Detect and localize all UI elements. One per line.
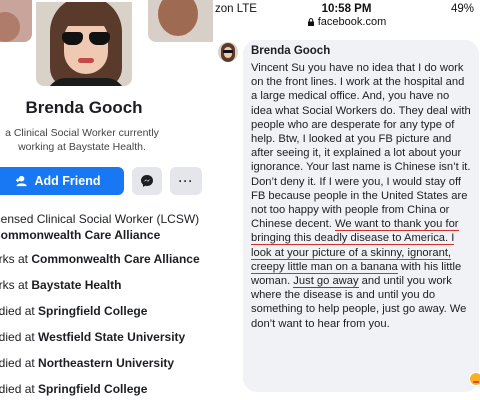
detail-item: udied at Springfield College [0, 382, 148, 396]
friend-photo-thumbnail[interactable] [0, 0, 32, 42]
detail-item: udied at Northeastern University [0, 356, 175, 370]
detail-item: udied at Westfield State University [0, 330, 186, 344]
more-options-button[interactable]: ··· [170, 167, 202, 195]
commenter-avatar[interactable] [218, 42, 238, 62]
profile-panel: Brenda Gooch a Clinical Social Worker cu… [0, 0, 213, 400]
messenger-button[interactable] [132, 167, 162, 195]
profile-avatar[interactable] [34, 0, 134, 88]
clock: 10:58 PM [321, 3, 372, 15]
messenger-icon [141, 175, 153, 187]
lock-icon [307, 18, 314, 26]
more-icon: ··· [178, 174, 194, 188]
add-friend-icon [15, 175, 27, 187]
friend-photo-thumbnail[interactable] [148, 0, 213, 42]
blue-underlined-text: Just go away [293, 275, 359, 289]
comment-author[interactable]: Brenda Gooch [251, 44, 471, 59]
phone-screenshot: zon LTE 10:58 PM 49% facebook.com Brenda… [213, 0, 480, 400]
detail-item: orks at Baystate Health [0, 278, 122, 292]
comment-bubble: Brenda Gooch Vincent Su you have no idea… [243, 40, 479, 392]
add-friend-label: Add Friend [34, 174, 101, 188]
comment-text: Vincent Su you have no idea that I do wo… [251, 61, 471, 331]
battery-label: 49% [450, 3, 474, 15]
detail-item: orks at Commonwealth Care Alliance [0, 252, 200, 266]
detail-item: udied at Springfield College [0, 304, 148, 318]
url-text: facebook.com [317, 16, 387, 28]
detail-item: Commonwealth Care Alliance [0, 228, 161, 242]
profile-bio: a Clinical Social Worker currently worki… [5, 127, 159, 153]
add-friend-button[interactable]: Add Friend [0, 167, 124, 195]
address-bar[interactable]: facebook.com [213, 16, 480, 28]
profile-name: Brenda Gooch [25, 98, 143, 117]
reaction-emoji-icon[interactable] [469, 372, 480, 386]
comment-text-part: Vincent Su you have no idea that I do wo… [251, 62, 471, 231]
detail-item: icensed Clinical Social Worker (LCSW) [0, 212, 200, 226]
